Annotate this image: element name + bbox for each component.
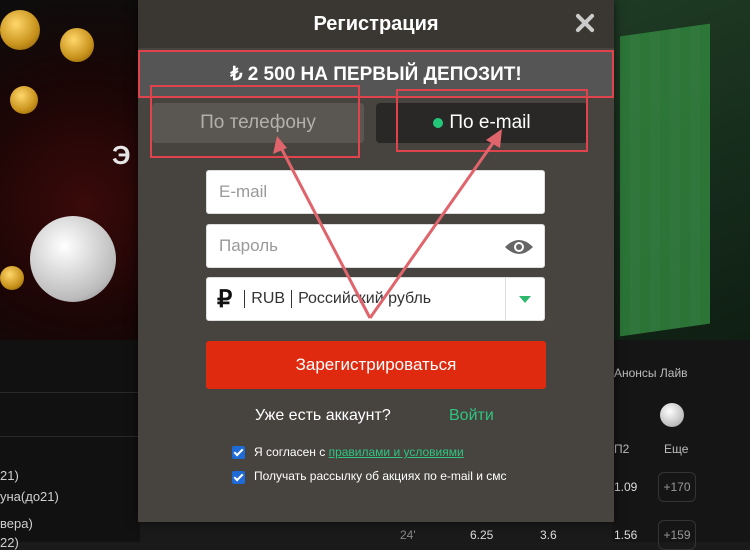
divider (0, 436, 140, 437)
divider (0, 392, 140, 393)
odd-value[interactable]: 1.56 (614, 528, 637, 542)
password-input[interactable] (207, 225, 544, 267)
eye-icon[interactable] (504, 237, 534, 257)
currency-dropdown-toggle[interactable] (505, 278, 544, 320)
modal-header: Регистрация (138, 0, 614, 48)
coin-decoration (0, 266, 24, 290)
more-odds-button[interactable]: +159 (658, 520, 696, 550)
more-header: Еще (664, 442, 689, 456)
soccer-ball-image (30, 216, 116, 302)
coin-decoration (0, 10, 40, 50)
banner-text: Э (112, 140, 131, 170)
tab-phone-label: По телефону (200, 112, 316, 133)
tab-phone[interactable]: По телефону (152, 103, 364, 143)
match-time: 24' (400, 528, 416, 542)
divider (244, 290, 246, 308)
soccer-ball-icon (660, 403, 684, 427)
currency-name: Российский рубль (298, 290, 432, 307)
active-dot-icon (433, 118, 444, 128)
odd-value[interactable]: 6.25 (470, 528, 493, 542)
tab-email-label: По e-mail (449, 112, 531, 133)
coin-decoration (10, 86, 38, 114)
password-field[interactable] (206, 224, 545, 268)
newsletter-label: Получать рассылку об акциях по e-mail и … (254, 469, 507, 483)
login-link[interactable]: Войти (449, 407, 494, 425)
email-field[interactable] (206, 170, 545, 214)
column-header-p2: П2 (614, 442, 630, 456)
tab-email[interactable]: По e-mail (376, 103, 588, 143)
currency-select[interactable]: ₽ RUB Российский рубль (206, 277, 545, 321)
match-team[interactable]: вера) (0, 516, 33, 531)
close-icon[interactable] (572, 10, 598, 36)
have-account-text: Уже есть аккаунт? (255, 407, 391, 424)
chevron-down-icon (519, 295, 531, 303)
register-button[interactable]: Зарегистрироваться (206, 341, 546, 389)
odd-value[interactable]: 3.6 (540, 528, 557, 542)
newsletter-checkbox[interactable] (232, 471, 245, 484)
anons-live-link[interactable]: Анонсы Лайв (614, 366, 688, 380)
coin-decoration (60, 28, 94, 62)
matches-list (0, 340, 140, 542)
match-team[interactable]: 21) (0, 468, 19, 483)
promo-banner: ₺ 2 500 НА ПЕРВЫЙ ДЕПОЗИТ! (138, 50, 614, 98)
pitch-image (620, 23, 710, 337)
terms-link[interactable]: правилами и условиями (329, 445, 464, 459)
ruble-icon: ₽ (217, 285, 233, 313)
currency-code: RUB (251, 290, 286, 307)
email-input[interactable] (207, 171, 544, 213)
terms-checkbox[interactable] (232, 446, 245, 459)
odd-value[interactable]: 1.09 (614, 480, 637, 494)
divider (291, 290, 293, 308)
match-team[interactable]: уна(до21) (0, 489, 59, 504)
match-team[interactable]: 22) (0, 535, 19, 550)
registration-modal: Регистрация ₺ 2 500 НА ПЕРВЫЙ ДЕПОЗИТ! П… (138, 0, 614, 522)
terms-label: Я согласен с правилами и условиями (254, 445, 514, 460)
terms-prefix: Я согласен с (254, 445, 329, 459)
more-odds-button[interactable]: +170 (658, 472, 696, 502)
modal-title: Регистрация (313, 12, 439, 35)
